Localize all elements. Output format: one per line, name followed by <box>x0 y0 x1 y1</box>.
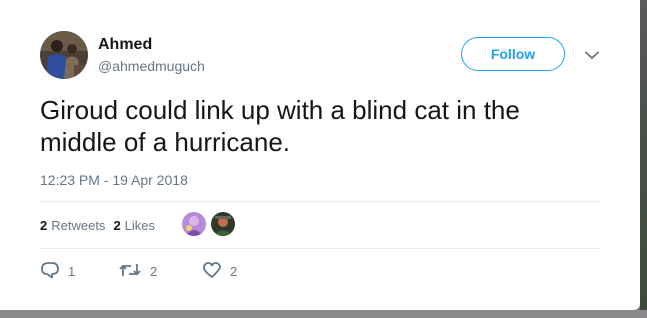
window-edge <box>0 310 647 318</box>
heart-icon <box>202 261 230 282</box>
user-handle[interactable]: @ahmedmuguch <box>98 58 205 74</box>
tweet-stats: 2 Retweets 2 Likes <box>40 216 163 234</box>
retweets-count: 2 <box>40 217 48 233</box>
liker-avatar[interactable] <box>182 212 206 236</box>
chevron-down-icon[interactable] <box>583 46 601 64</box>
retweets-stat[interactable]: 2 Retweets <box>40 218 105 233</box>
liker-avatar[interactable] <box>211 212 235 236</box>
tweet-text: Giroud could link up with a blind cat in… <box>40 95 520 157</box>
reply-icon <box>40 261 68 282</box>
reply-button[interactable]: 1 <box>40 261 118 282</box>
retweet-count: 2 <box>150 263 158 279</box>
like-count: 2 <box>230 263 238 279</box>
divider <box>40 248 600 249</box>
window-edge <box>640 0 647 318</box>
follow-button[interactable]: Follow <box>461 37 565 71</box>
timestamp[interactable]: 12:23 PM - 19 Apr 2018 <box>40 172 188 188</box>
likes-count: 2 <box>113 217 121 233</box>
like-button[interactable]: 2 <box>202 261 237 282</box>
display-name[interactable]: Ahmed <box>98 36 152 54</box>
tweet-card: Ahmed @ahmedmuguch Follow Giroud could l… <box>0 0 640 310</box>
divider <box>40 201 600 202</box>
avatar[interactable] <box>40 31 88 79</box>
likes-stat[interactable]: 2 Likes <box>113 218 155 233</box>
likes-label: Likes <box>124 217 156 233</box>
retweets-label: Retweets <box>51 217 106 233</box>
reply-count: 1 <box>68 263 76 279</box>
tweet-actions: 1 2 2 <box>40 260 237 282</box>
retweet-button[interactable]: 2 <box>118 262 202 281</box>
retweet-icon <box>118 262 150 281</box>
